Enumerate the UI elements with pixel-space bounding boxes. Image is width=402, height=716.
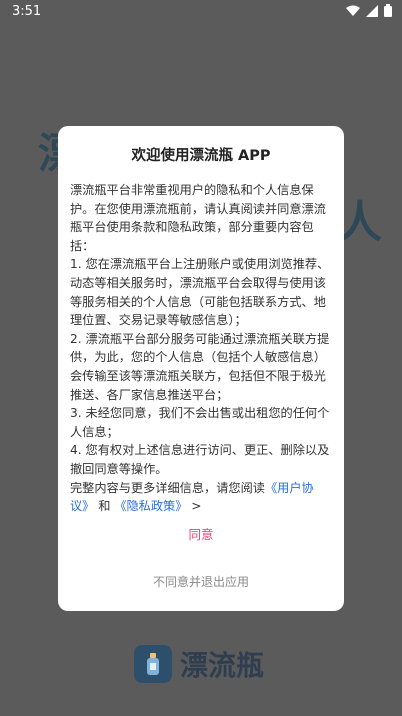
- status-time: 3:51: [12, 4, 42, 19]
- dialog-intro: 漂流瓶平台非常重视用户的隐私和个人信息保护。在您使用漂流瓶前，请认真阅读并同意漂…: [70, 183, 326, 253]
- dialog-body: 漂流瓶平台非常重视用户的隐私和个人信息保护。在您使用漂流瓶前，请认真阅读并同意漂…: [70, 181, 333, 516]
- dialog-item-1: 1. 您在漂流瓶平台上注册账户或使用浏览推荐、动态等相关服务时，漂流瓶平台会取得…: [70, 257, 330, 328]
- dialog-item-3: 3. 未经您同意，我们不会出售或出租您的任何个人信息；: [70, 406, 330, 439]
- and-text: 和: [94, 499, 115, 514]
- bottle-logo-icon: [134, 645, 172, 683]
- privacy-dialog: 欢迎使用漂流瓶 APP 漂流瓶平台非常重视用户的隐私和个人信息保护。在您使用漂流…: [58, 126, 344, 611]
- closing-prefix: 完整内容与更多详细信息，请您阅读: [70, 480, 265, 495]
- dialog-item-4: 4. 您有权对上述信息进行访问、更正、删除以及撤回同意等操作。: [70, 443, 330, 476]
- agree-button[interactable]: 同意: [58, 524, 344, 543]
- dialog-item-2: 2. 漂流瓶平台部分服务可能通过漂流瓶关联方提供，为此，您的个人信息（包括个人敏…: [70, 331, 330, 402]
- battery-icon: [384, 4, 392, 17]
- wifi-icon: [346, 5, 360, 16]
- disagree-exit-button[interactable]: 不同意并退出应用: [58, 573, 344, 590]
- status-bar: 3:51: [0, 0, 402, 24]
- brand-name: 漂流瓶: [180, 649, 265, 682]
- dialog-closing: 完整内容与更多详细信息，请您阅读《用户协议》 和 《隐私政策》 >: [70, 479, 333, 516]
- dialog-title: 欢迎使用漂流瓶 APP: [131, 148, 271, 164]
- privacy-policy-link[interactable]: 《隐私政策》: [114, 499, 187, 513]
- status-icons: [346, 4, 392, 17]
- background-slogan-text: 人: [338, 197, 382, 248]
- signal-icon: [366, 4, 378, 17]
- closing-suffix: >: [187, 499, 202, 514]
- brand-footer: 漂流瓶: [134, 644, 264, 684]
